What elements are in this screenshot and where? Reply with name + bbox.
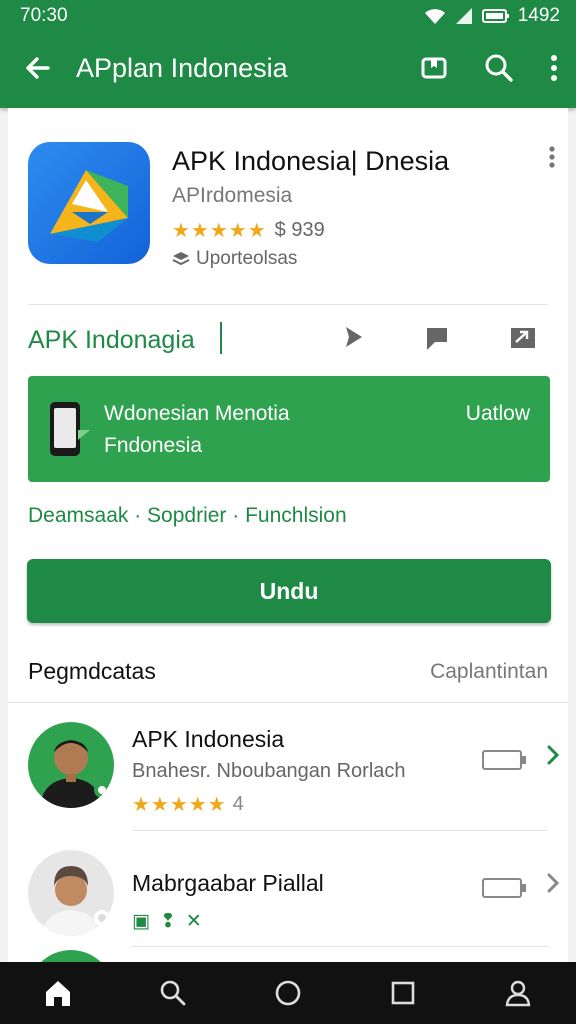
banner-action[interactable]: Uatlow: [466, 402, 530, 426]
status-time: 70:30: [20, 5, 68, 26]
section-header: Pegmdcatas Caplantintan: [8, 648, 568, 702]
app-tags: Deamsaak · Sopdrier · Funchlsion: [28, 504, 347, 527]
online-indicator: [94, 782, 110, 798]
list-item-subtitle: Bnahesr. Nboubangan Rorlach: [132, 760, 406, 782]
chevron-right-icon[interactable]: [546, 870, 560, 901]
rating-stars: ★★★★★: [172, 220, 267, 242]
battery-icon: [481, 9, 509, 23]
rating-text: $ 939: [274, 219, 325, 241]
app-header: APK Indonesia| Dnesia APIrdomesia ★★★★★ …: [8, 108, 568, 304]
sub-bar: APK Indonagia: [8, 306, 568, 370]
home-icon[interactable]: [38, 973, 78, 1013]
phone-icon: [50, 402, 80, 456]
bookmark-icon[interactable]: [420, 54, 448, 82]
list-item-badges: ▣ ❢ ✕: [132, 910, 202, 933]
app-rating: ★★★★★ $ 939: [172, 218, 325, 243]
app-bar-actions: [420, 53, 558, 83]
promo-banner[interactable]: Wdonesian Menotia Fndonesia Uatlow: [28, 376, 550, 482]
top-bar: 70:30 1492 APplan Indonesia: [0, 0, 576, 108]
badge-icon: ▣: [132, 911, 150, 932]
divider: [132, 830, 548, 831]
divider: [8, 702, 568, 703]
avatar: [28, 722, 114, 808]
app-detail-card: APK Indonesia| Dnesia APIrdomesia ★★★★★ …: [8, 108, 568, 968]
battery-text: 1492: [517, 5, 560, 26]
battery-icon: [482, 878, 526, 898]
play-icon[interactable]: [338, 324, 368, 354]
app-bar: APplan Indonesia: [0, 32, 576, 104]
list-item-title: APK Indonesia: [132, 726, 285, 752]
signal-icon: [455, 8, 472, 24]
layers-icon: [172, 252, 190, 266]
app-title: APK Indonesia| Dnesia: [172, 146, 450, 176]
divider: [28, 304, 548, 305]
share-icon[interactable]: [508, 324, 538, 354]
rating-stars: ★★★★★: [132, 794, 227, 816]
divider-bar: [220, 322, 222, 354]
search-icon[interactable]: [484, 53, 514, 83]
rating-text: 4: [232, 793, 244, 815]
chevron-right-icon[interactable]: [546, 742, 560, 773]
app-tag: Uporteolsas: [172, 248, 297, 270]
app-bar-title: APplan Indonesia: [76, 52, 288, 83]
app-logo-icon: [28, 142, 150, 264]
banner-line1: Wdonesian Menotia: [104, 402, 290, 425]
avatar: [28, 850, 114, 936]
more-vert-icon[interactable]: [550, 55, 558, 81]
status-icons: 1492: [424, 5, 560, 27]
status-indicator: [94, 910, 110, 926]
list-item[interactable]: APK Indonesia Bnahesr. Nboubangan Rorlac…: [8, 704, 568, 820]
list-item-rating: ★★★★★ 4: [132, 792, 244, 817]
profile-icon[interactable]: [498, 973, 538, 1013]
status-bar: 70:30 1492: [0, 0, 576, 32]
app-developer[interactable]: APIrdomesia: [172, 184, 292, 208]
banner-line2: Fndonesia: [104, 434, 203, 457]
flag-icon[interactable]: [422, 324, 452, 354]
square-icon[interactable]: [383, 973, 423, 1013]
more-vert-icon[interactable]: [542, 146, 562, 175]
app-tag-label: Uporteolsas: [196, 248, 298, 269]
badge-icon: ✕: [185, 911, 202, 932]
battery-icon: [482, 750, 526, 770]
phone-icon-accent: [78, 430, 90, 440]
search-icon[interactable]: [153, 973, 193, 1013]
list-item-title: Mabrgaabar Piallal: [132, 870, 324, 896]
sub-bar-name: APK Indonagia: [28, 326, 195, 354]
wifi-icon: [424, 9, 445, 24]
badge-icon: ❢: [159, 911, 176, 932]
circle-icon[interactable]: [268, 973, 308, 1013]
list-item[interactable]: Mabrgaabar Piallal ▣ ❢ ✕: [8, 832, 568, 948]
bottom-nav: [0, 962, 576, 1024]
section-title: Pegmdcatas: [28, 658, 156, 684]
divider: [132, 946, 548, 947]
back-icon[interactable]: [18, 54, 58, 82]
download-button[interactable]: Undu: [27, 559, 551, 623]
section-link[interactable]: Caplantintan: [430, 660, 548, 684]
